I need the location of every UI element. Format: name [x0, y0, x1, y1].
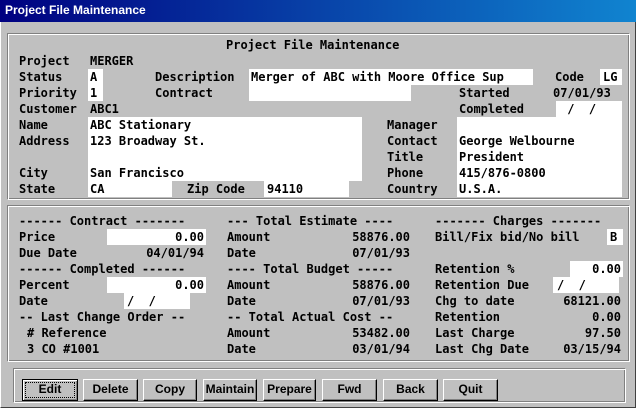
last-charge-date-label: Last Chg Date	[435, 342, 529, 356]
charge-to-date-label: Chg to date	[435, 294, 515, 308]
estimate-amount-label: Amount	[227, 230, 271, 244]
contract-field[interactable]	[249, 85, 411, 101]
budget-date-value: 07/01/93	[352, 294, 410, 308]
customer-label: Customer	[19, 102, 77, 116]
due-date-label: Due Date	[19, 246, 77, 260]
budget-heading: ---- Total Budget -----	[227, 262, 394, 276]
address-line2-field[interactable]	[88, 149, 362, 165]
manager-field[interactable]	[457, 117, 622, 133]
name-value: ABC Stationary	[90, 118, 192, 132]
completed-value: / /	[560, 102, 597, 116]
actual-amount-value: 53482.00	[352, 326, 410, 340]
state-label: State	[19, 182, 56, 196]
budget-amount-value: 58876.00	[352, 278, 410, 292]
code-label: Code	[555, 70, 584, 84]
delete-button[interactable]: Delete	[83, 379, 138, 401]
maintain-button[interactable]: Maintain	[203, 379, 257, 401]
completed-label: Completed	[459, 102, 525, 116]
bill-type-value: B	[610, 230, 618, 244]
contact-value: George Welbourne	[459, 134, 575, 148]
percent-label: Percent	[19, 278, 70, 292]
percent-value: 0.00	[175, 278, 204, 292]
estimate-amount-value: 58876.00	[352, 230, 410, 244]
contact-label: Contact	[387, 134, 438, 148]
status-value: A	[90, 70, 98, 84]
form-heading: Project File Maintenance	[226, 38, 400, 52]
edit-button[interactable]: Edit	[22, 379, 78, 401]
back-button[interactable]: Back	[383, 379, 438, 401]
charges-heading: ------- Charges -------	[435, 214, 602, 228]
completed-date-label: Date	[19, 294, 48, 308]
retention-due-label: Retention Due	[435, 278, 529, 292]
project-label: Project	[19, 54, 70, 68]
price-value: 0.00	[175, 230, 204, 244]
country-label: Country	[387, 182, 438, 196]
customer-value: ABC1	[90, 102, 119, 116]
actual-date-value: 03/01/94	[352, 342, 410, 356]
title-value: President	[459, 150, 525, 164]
fwd-button[interactable]: Fwd	[322, 379, 377, 401]
actual-date-label: Date	[227, 342, 256, 356]
budget-amount-label: Amount	[227, 278, 271, 292]
contract-heading: ------ Contract -------	[19, 214, 186, 228]
title-label: Title	[387, 150, 424, 164]
retention-pct-value: 0.00	[592, 262, 621, 276]
last-charge-label: Last Charge	[435, 326, 515, 340]
price-label: Price	[19, 230, 56, 244]
last-charge-date-value: 03/15/94	[563, 342, 621, 356]
address-line1-value: 123 Broadway St.	[90, 134, 206, 148]
code-value: LG	[603, 70, 618, 84]
estimate-heading: --- Total Estimate ----	[227, 214, 394, 228]
name-label: Name	[19, 118, 48, 132]
charge-to-date-value: 68121.00	[563, 294, 621, 308]
actual-amount-label: Amount	[227, 326, 271, 340]
phone-value: 415/876-0800	[459, 166, 546, 180]
description-value: Merger of ABC with Moore Office Sup	[251, 70, 504, 84]
priority-label: Priority	[19, 86, 77, 100]
due-date-value: 04/01/94	[146, 246, 204, 260]
budget-date-label: Date	[227, 294, 256, 308]
last-change-order-heading: -- Last Change Order --	[19, 310, 186, 324]
completed-date-value: / /	[127, 294, 156, 308]
actual-cost-heading: -- Total Actual Cost --	[227, 310, 394, 324]
city-value: San Francisco	[90, 166, 184, 180]
started-value: 07/01/93	[553, 86, 611, 100]
manager-label: Manager	[387, 118, 438, 132]
zip-label: Zip Code	[187, 182, 245, 196]
priority-value: 1	[90, 86, 98, 100]
estimate-date-label: Date	[227, 246, 256, 260]
prepare-button[interactable]: Prepare	[263, 379, 316, 401]
estimate-date-value: 07/01/93	[352, 246, 410, 260]
project-value: MERGER	[90, 54, 134, 68]
last-charge-value: 97.50	[584, 326, 621, 340]
country-value: U.S.A.	[459, 182, 503, 196]
copy-button[interactable]: Copy	[143, 379, 197, 401]
retention-due-value: / /	[557, 278, 586, 292]
reference-header: # Reference	[27, 326, 107, 340]
address-label: Address	[19, 134, 70, 148]
quit-button[interactable]: Quit	[443, 379, 498, 401]
city-label: City	[19, 166, 48, 180]
retention-label: Retention	[435, 310, 501, 324]
title-bar: Project File Maintenance	[0, 0, 636, 22]
contract-label: Contract	[155, 86, 213, 100]
status-label: Status	[19, 70, 63, 84]
zip-value: 94110	[267, 182, 304, 196]
description-label: Description	[155, 70, 235, 84]
reference-value: 3 CO #1001	[27, 342, 100, 356]
window-title: Project File Maintenance	[5, 3, 146, 17]
bill-type-label: Bill/Fix bid/No bill	[435, 230, 580, 244]
state-value: CA	[90, 182, 105, 196]
retention-value: 0.00	[592, 310, 621, 324]
started-label: Started	[459, 86, 510, 100]
phone-label: Phone	[387, 166, 424, 180]
retention-pct-label: Retention %	[435, 262, 515, 276]
completed-heading: ------ Completed ------	[19, 262, 186, 276]
